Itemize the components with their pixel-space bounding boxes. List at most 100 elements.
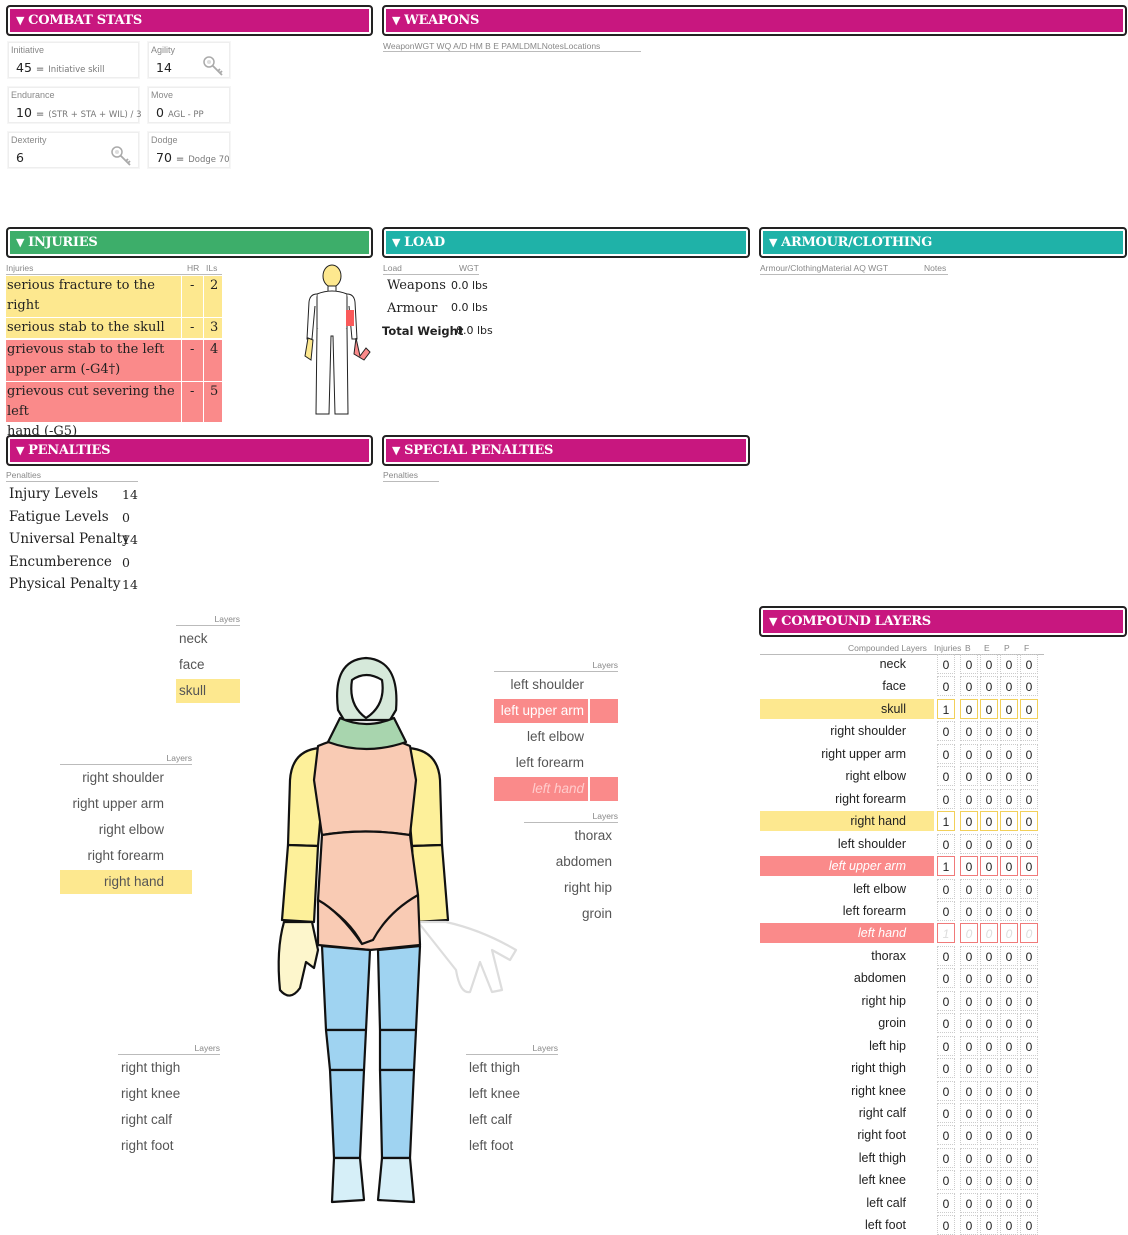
compound-value-cell[interactable]: 0 [1000,968,1018,989]
compound-value-cell[interactable]: 0 [980,1080,998,1101]
compound-value-cell[interactable]: 0 [960,676,978,697]
compound-value-cell[interactable]: 0 [1020,743,1038,764]
compound-injuries-cell[interactable]: 0 [937,1103,955,1123]
special-penalties-header[interactable]: ▼ SPECIAL PENALTIES [382,435,750,466]
weapons-header[interactable]: ▼ WEAPONS [382,5,1127,36]
compound-value-cell[interactable]: 0 [980,1192,998,1213]
compound-value-cell[interactable]: 0 [980,1103,998,1123]
compound-value-cell[interactable]: 0 [1020,1103,1038,1123]
compound-layers-header[interactable]: ▼ COMPOUND LAYERS [759,606,1127,637]
compound-value-cell[interactable]: 0 [1000,990,1018,1011]
compound-injuries-cell[interactable]: 0 [937,1058,955,1079]
compound-injuries-cell[interactable]: 0 [937,1035,955,1056]
compound-value-cell[interactable]: 0 [1000,1147,1018,1168]
compound-injuries-cell[interactable]: 1 [937,698,955,719]
compound-value-cell[interactable]: 0 [1000,945,1018,966]
compound-value-cell[interactable]: 0 [1020,1035,1038,1056]
compound-value-cell[interactable]: 0 [1020,968,1038,989]
compound-value-cell[interactable]: 0 [980,923,998,944]
layer-label-face[interactable]: face [176,653,240,677]
compound-value-cell[interactable]: 0 [960,766,978,787]
compound-value-cell[interactable]: 0 [960,856,978,877]
compound-value-cell[interactable]: 0 [1000,743,1018,764]
compound-value-cell[interactable]: 0 [1000,1013,1018,1034]
layer-label-groin[interactable]: groin [524,902,616,926]
compound-value-cell[interactable]: 0 [980,990,998,1011]
compound-value-cell[interactable]: 0 [1020,698,1038,719]
compound-value-cell[interactable]: 0 [980,945,998,966]
compound-value-cell[interactable]: 0 [960,1013,978,1034]
compound-value-cell[interactable]: 0 [980,1170,998,1191]
compound-value-cell[interactable]: 0 [980,766,998,787]
layer-label-left-hand[interactable]: left hand [494,777,618,801]
compound-value-cell[interactable]: 0 [980,1125,998,1146]
compound-value-cell[interactable]: 0 [1020,878,1038,899]
layer-label-right-hip[interactable]: right hip [524,876,616,900]
compound-value-cell[interactable]: 0 [980,968,998,989]
injury-row[interactable]: grievous stab to the left upper arm (-G4†… [6,340,222,381]
compound-value-cell[interactable]: 0 [1020,766,1038,787]
layer-label-right-knee[interactable]: right knee [118,1082,210,1106]
compound-value-cell[interactable]: 0 [980,900,998,921]
compound-injuries-cell[interactable]: 0 [937,676,955,697]
layer-label-right-calf[interactable]: right calf [118,1108,210,1132]
compound-value-cell[interactable]: 0 [960,1035,978,1056]
compound-value-cell[interactable]: 0 [960,1103,978,1123]
compound-value-cell[interactable]: 0 [1000,676,1018,697]
compound-value-cell[interactable]: 0 [960,654,978,674]
compound-injuries-cell[interactable]: 0 [937,833,955,854]
compound-value-cell[interactable]: 0 [960,900,978,921]
compound-value-cell[interactable]: 0 [1020,676,1038,697]
compound-value-cell[interactable]: 0 [1020,1170,1038,1191]
key-dice-icon[interactable] [110,145,132,167]
compound-value-cell[interactable]: 0 [960,788,978,809]
compound-value-cell[interactable]: 0 [980,1035,998,1056]
compound-value-cell[interactable]: 0 [980,1058,998,1079]
compound-injuries-cell[interactable]: 0 [937,766,955,787]
compound-value-cell[interactable]: 0 [1020,721,1038,742]
combat-stats-header[interactable]: ▼ COMBAT STATS [6,5,373,36]
compound-value-cell[interactable]: 0 [1000,721,1018,742]
compound-value-cell[interactable]: 0 [1000,1215,1018,1235]
compound-value-cell[interactable]: 0 [1000,923,1018,944]
compound-value-cell[interactable]: 0 [1020,654,1038,674]
compound-value-cell[interactable]: 0 [980,698,998,719]
compound-value-cell[interactable]: 0 [960,1192,978,1213]
layer-label-thorax[interactable]: thorax [524,824,616,848]
layer-label-left-calf[interactable]: left calf [466,1108,558,1132]
compound-value-cell[interactable]: 0 [1000,833,1018,854]
layer-label-right-thigh[interactable]: right thigh [118,1056,210,1080]
compound-value-cell[interactable]: 0 [980,1147,998,1168]
compound-value-cell[interactable]: 0 [1000,1125,1018,1146]
compound-value-cell[interactable]: 0 [960,1125,978,1146]
compound-value-cell[interactable]: 0 [980,1013,998,1034]
layer-label-left-forearm[interactable]: left forearm [494,751,588,775]
compound-value-cell[interactable]: 0 [960,945,978,966]
compound-value-cell[interactable]: 0 [960,833,978,854]
compound-value-cell[interactable]: 0 [960,743,978,764]
compound-value-cell[interactable]: 0 [1020,1013,1038,1034]
compound-injuries-cell[interactable]: 1 [937,856,955,877]
compound-injuries-cell[interactable]: 0 [937,788,955,809]
compound-value-cell[interactable]: 0 [1000,900,1018,921]
layer-label-left-upper-arm[interactable]: left upper arm [494,699,618,723]
compound-value-cell[interactable]: 0 [960,1215,978,1235]
compound-injuries-cell[interactable]: 0 [937,990,955,1011]
compound-value-cell[interactable]: 0 [1020,923,1038,944]
compound-value-cell[interactable]: 0 [960,811,978,832]
layer-label-right-shoulder[interactable]: right shoulder [60,766,192,790]
compound-injuries-cell[interactable]: 0 [937,945,955,966]
layer-label-left-shoulder[interactable]: left shoulder [494,673,588,697]
compound-value-cell[interactable]: 0 [1020,1147,1038,1168]
compound-value-cell[interactable]: 0 [980,1215,998,1235]
compound-injuries-cell[interactable]: 0 [937,743,955,764]
compound-value-cell[interactable]: 0 [960,968,978,989]
compound-injuries-cell[interactable]: 0 [937,1215,955,1235]
layer-label-left-knee[interactable]: left knee [466,1082,558,1106]
injury-row[interactable]: serious fracture to the righthand (-S2)-… [6,276,222,333]
compound-value-cell[interactable]: 0 [1020,1080,1038,1101]
compound-value-cell[interactable]: 0 [980,833,998,854]
compound-value-cell[interactable]: 0 [960,1170,978,1191]
compound-value-cell[interactable]: 0 [1020,788,1038,809]
layer-label-left-foot[interactable]: left foot [466,1134,558,1158]
